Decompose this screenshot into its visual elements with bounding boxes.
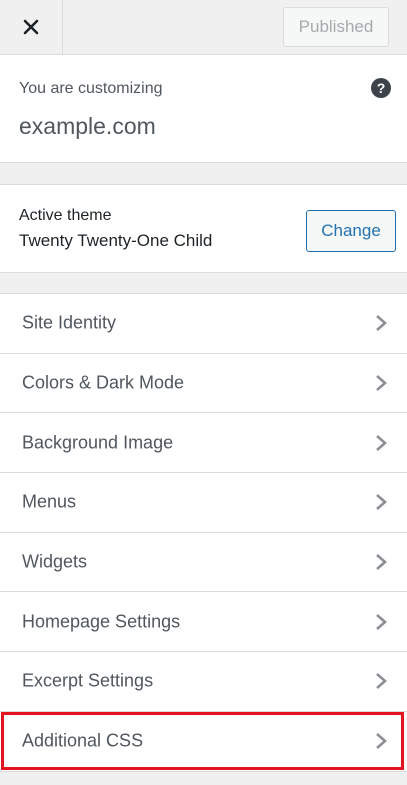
section-colors-dark-mode[interactable]: Colors & Dark Mode bbox=[0, 353, 407, 414]
section-label: Homepage Settings bbox=[22, 611, 181, 632]
active-theme-label: Active theme bbox=[19, 207, 112, 224]
section-menus[interactable]: Menus bbox=[0, 473, 407, 533]
customizer-sections: Site Identity Colors & Dark Mode Backgro… bbox=[0, 293, 407, 772]
close-icon bbox=[23, 19, 39, 35]
section-additional-css[interactable]: Additional CSS bbox=[0, 711, 407, 772]
section-site-identity[interactable]: Site Identity bbox=[0, 294, 407, 354]
chevron-right-icon bbox=[376, 434, 387, 451]
active-theme-panel: Active theme Twenty Twenty-One Child Cha… bbox=[0, 184, 407, 273]
chevron-right-icon bbox=[376, 494, 387, 511]
theme-name: Twenty Twenty-One Child bbox=[19, 231, 213, 250]
customizer-header: Published bbox=[0, 0, 407, 55]
published-button[interactable]: Published bbox=[283, 7, 389, 47]
site-name: example.com bbox=[19, 113, 156, 139]
chevron-right-icon bbox=[376, 673, 387, 690]
section-label: Menus bbox=[22, 491, 77, 512]
section-widgets[interactable]: Widgets bbox=[0, 532, 407, 593]
customizing-label: You are customizing bbox=[19, 80, 163, 97]
change-theme-button[interactable]: Change bbox=[306, 210, 396, 252]
chevron-right-icon bbox=[376, 375, 387, 392]
section-homepage-settings[interactable]: Homepage Settings bbox=[0, 592, 407, 653]
section-label: Additional CSS bbox=[22, 730, 144, 751]
chevron-right-icon bbox=[376, 315, 387, 332]
section-background-image[interactable]: Background Image bbox=[0, 413, 407, 474]
chevron-right-icon bbox=[376, 613, 387, 630]
section-label: Widgets bbox=[22, 551, 88, 572]
close-button[interactable] bbox=[0, 0, 63, 54]
help-icon[interactable]: ? bbox=[371, 78, 391, 98]
chevron-right-icon bbox=[376, 554, 387, 571]
section-label: Excerpt Settings bbox=[22, 670, 154, 691]
section-label: Site Identity bbox=[22, 312, 117, 333]
chevron-right-icon bbox=[376, 733, 387, 750]
section-label: Background Image bbox=[22, 432, 174, 453]
section-excerpt-settings[interactable]: Excerpt Settings bbox=[0, 652, 407, 712]
section-label: Colors & Dark Mode bbox=[22, 372, 185, 393]
customizing-info: You are customizing example.com ? bbox=[0, 55, 407, 163]
